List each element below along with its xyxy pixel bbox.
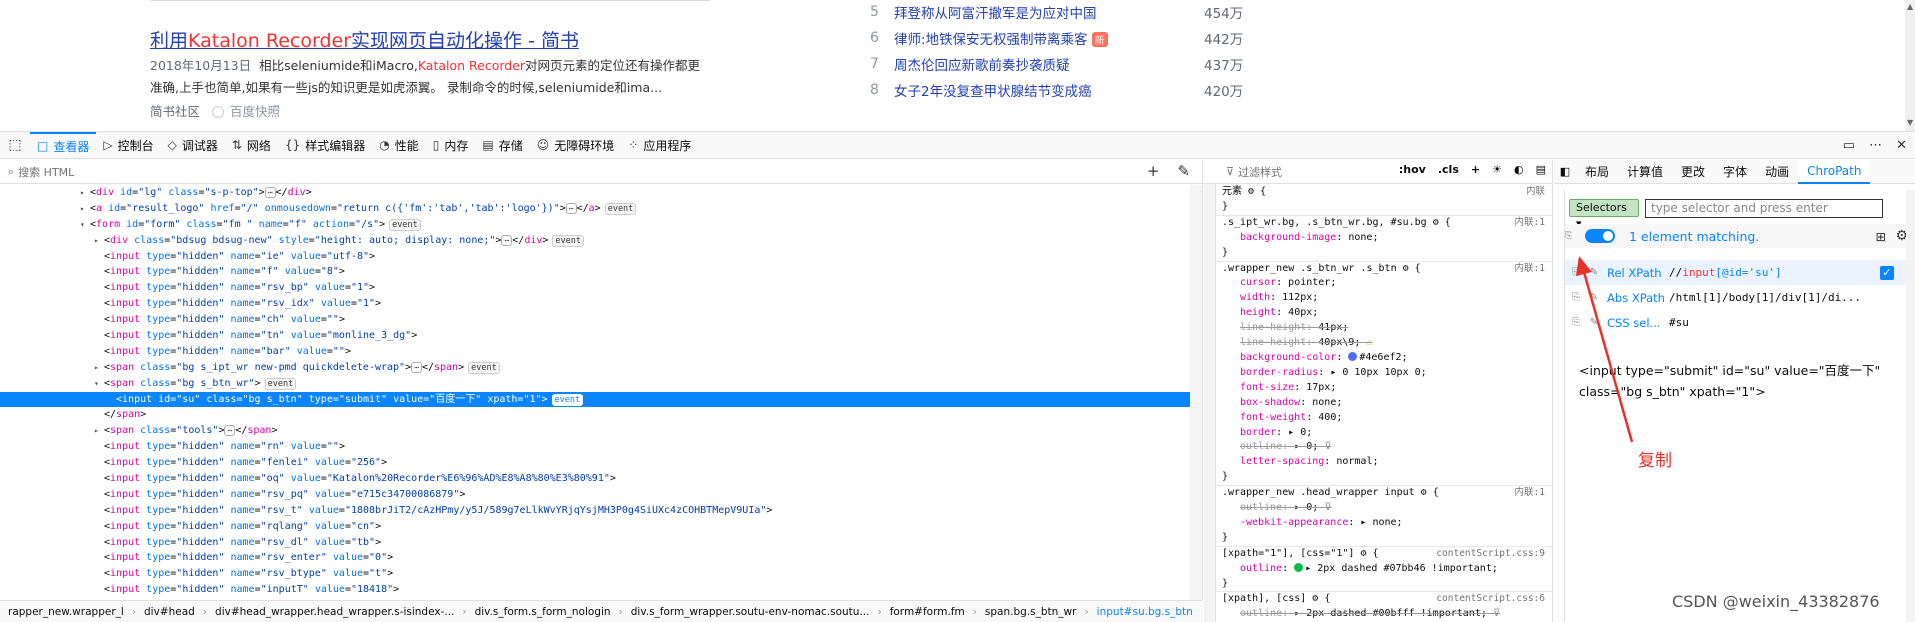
screenshot-root: 利用Katalon Recorder实现网页自动化操作 - 简书 2018年10… <box>0 0 1915 622</box>
arrow-line <box>1582 271 1634 443</box>
annotation-label: 复制 <box>1638 451 1672 471</box>
annotation-arrow <box>1576 256 1634 443</box>
arrow-head <box>1576 256 1592 276</box>
watermark: CSDN @weixin_43382876 <box>1672 592 1880 611</box>
